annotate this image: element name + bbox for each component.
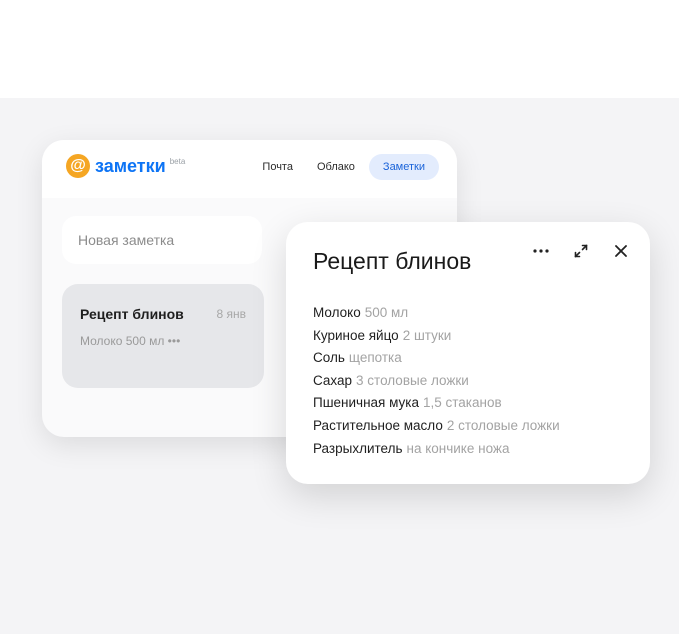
note-item-preview: Молоко 500 мл ••• (80, 334, 181, 348)
ingredient-name: Молоко (313, 305, 361, 320)
top-nav: Почта Облако Заметки (248, 154, 439, 180)
ingredient-quantity: щепотка (348, 350, 402, 366)
logo[interactable]: @ заметки beta (66, 154, 185, 178)
ingredient-row: Куриное яйцо 2 штуки (313, 325, 560, 348)
ingredient-quantity: 1,5 стаканов (423, 395, 502, 411)
note-popup: Рецепт блинов Молоко 500 мл Куриное яйцо 2… (286, 222, 650, 484)
ingredient-quantity: 500 мл (364, 305, 409, 320)
ingredient-name: Разрыхлитель (313, 440, 403, 456)
ingredient-row: Разрыхлитель на кончике ножа (313, 438, 560, 461)
ingredient-name: Сахар (313, 372, 353, 388)
app-header: @ заметки beta Почта Облако Заметки (42, 140, 457, 198)
nav-mail[interactable]: Почта (252, 154, 303, 180)
note-actions (514, 238, 634, 264)
ingredient-row: Пшеничная мука 1,5 стаканов (313, 392, 560, 415)
ingredient-list: Молоко 500 мл Куриное яйцо 2 штуки Соль щеп… (313, 302, 560, 460)
ingredient-quantity: 2 штуки (402, 327, 452, 343)
more-icon[interactable] (528, 238, 554, 264)
nav-notes[interactable]: Заметки (368, 154, 439, 180)
ingredient-name: Соль (313, 350, 345, 366)
ingredient-name: Пшеничная мука (313, 395, 419, 411)
ingredient-row: Соль щепотка (313, 347, 560, 370)
close-icon[interactable] (608, 238, 634, 264)
ingredient-row: Сахар 3 столовые ложки (313, 370, 560, 393)
beta-badge: beta (169, 156, 186, 166)
at-sign-icon: @ (66, 154, 90, 178)
new-note-input[interactable] (62, 216, 262, 264)
ingredient-name: Куриное яйцо (313, 327, 399, 343)
ingredient-row: Растительное масло 2 столовые ложки (313, 415, 560, 438)
note-item-title: Рецепт блинов (80, 306, 184, 322)
nav-cloud[interactable]: Облако (307, 154, 365, 180)
ingredient-name: Растительное масло (313, 417, 443, 433)
ingredient-quantity: 2 столовые ложки (446, 417, 560, 433)
ingredient-row: Молоко 500 мл (313, 302, 560, 325)
ingredient-quantity: 3 столовые ложки (356, 372, 469, 388)
note-item-date: 8 янв (216, 307, 246, 321)
logo-text: заметки (95, 155, 166, 176)
note-list-item[interactable]: Рецепт блинов 8 янв Молоко 500 мл ••• (62, 284, 264, 388)
expand-icon[interactable] (568, 238, 594, 264)
ingredient-quantity: на кончике ножа (406, 440, 510, 456)
note-title: Рецепт блинов (313, 248, 472, 274)
